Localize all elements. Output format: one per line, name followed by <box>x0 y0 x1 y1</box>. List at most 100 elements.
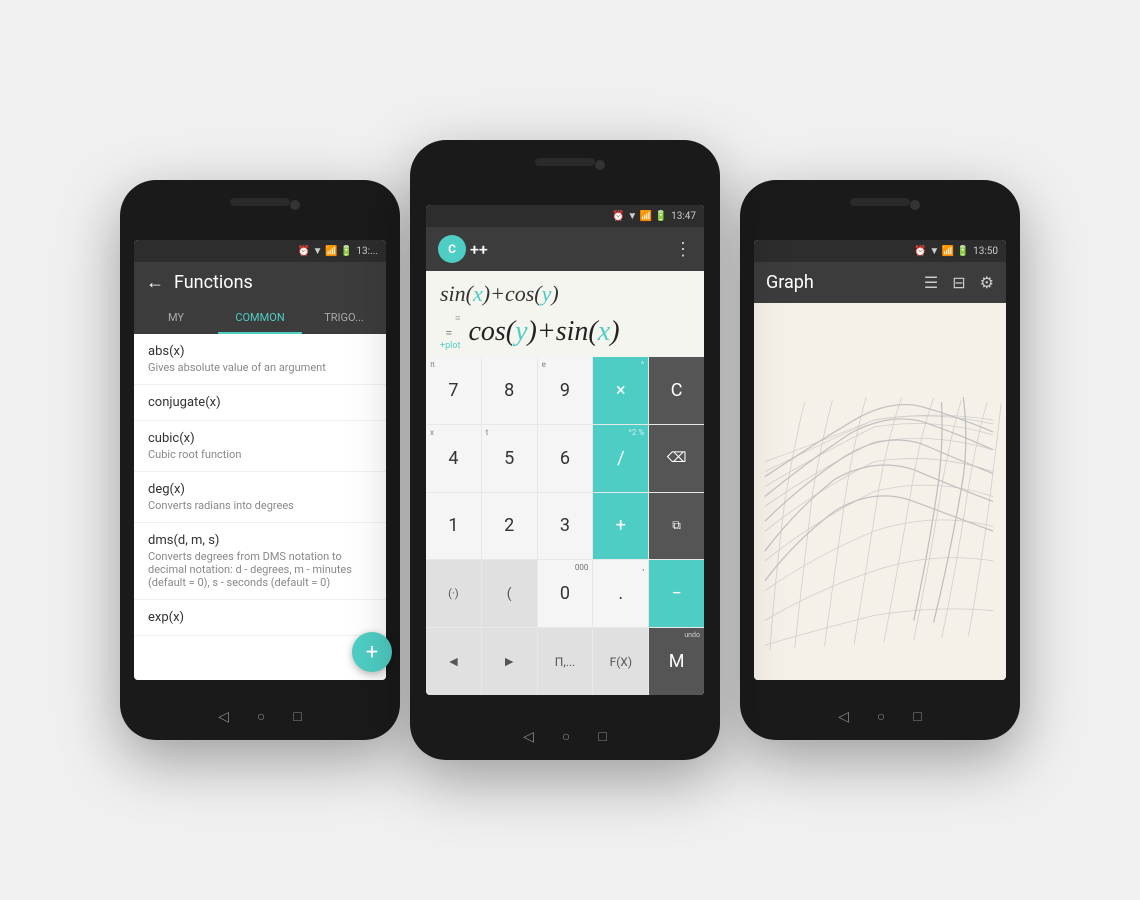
tab-my[interactable]: MY <box>134 303 218 332</box>
key-multiply-sublabel: ^ <box>641 360 644 369</box>
left-camera <box>290 200 300 210</box>
center-back-btn[interactable]: ◁ <box>523 729 534 745</box>
calc-result-row: ≡ = +plot cos(y)+sin(x) <box>440 313 690 351</box>
save-icon[interactable]: ⊟ <box>952 273 965 292</box>
key-memory-sublabel: undo <box>684 631 700 639</box>
more-options-icon[interactable]: ⋮ <box>674 239 692 260</box>
tab-trigono[interactable]: TRIGO... <box>302 303 386 332</box>
key-4[interactable]: x4 <box>426 425 481 492</box>
graph-header-icons: ☰ ⊟ ⚙ <box>924 273 994 292</box>
functions-title: Functions <box>174 272 253 293</box>
key-constants[interactable]: Π,... <box>538 628 593 695</box>
key-left-arrow[interactable]: ◄ <box>426 628 481 695</box>
key-9[interactable]: e9 <box>538 357 593 424</box>
func-desc-dms: Converts degrees from DMS notation to de… <box>148 550 372 589</box>
graph-header: Graph ☰ ⊟ ⚙ <box>754 262 1006 303</box>
center-camera <box>595 160 605 170</box>
key-3[interactable]: 3 <box>538 493 593 560</box>
key-right-arrow[interactable]: ► <box>482 628 537 695</box>
key-multiply[interactable]: ^× <box>593 357 648 424</box>
key-divide[interactable]: ^2 %/ <box>593 425 648 492</box>
func-item-conjugate[interactable]: conjugate(x) <box>134 385 386 421</box>
right-notch <box>850 198 910 206</box>
functions-list: abs(x) Gives absolute value of an argume… <box>134 334 386 680</box>
key-5[interactable]: t5 <box>482 425 537 492</box>
key-8[interactable]: 8 <box>482 357 537 424</box>
graph-svg <box>754 303 1006 680</box>
key-0[interactable]: 0000 <box>538 560 593 627</box>
key-copy[interactable]: ⧉ <box>649 493 704 560</box>
left-screen: ⏰ ▼ 📶 🔋 13:... ← Functions MY COMMON TRI… <box>134 240 386 680</box>
home-nav-btn[interactable]: ○ <box>257 708 265 725</box>
key-6[interactable]: 6 <box>538 425 593 492</box>
status-time: 13:... <box>356 246 378 257</box>
back-arrow-icon[interactable]: ← <box>146 272 164 293</box>
func-desc-abs: Gives absolute value of an argument <box>148 361 372 374</box>
key-7-sublabel: π <box>430 360 435 369</box>
equals-sign: = <box>445 326 452 341</box>
center-status-icons: ⏰ ▼ 📶 🔋 <box>612 211 667 222</box>
status-icons: ⏰ ▼ 📶 🔋 <box>298 246 353 257</box>
right-status-icons: ⏰ ▼ 📶 🔋 <box>914 246 969 257</box>
left-status-bar: ⏰ ▼ 📶 🔋 13:... <box>134 240 386 262</box>
func-item-cubic[interactable]: cubic(x) Cubic root function <box>134 421 386 472</box>
func-desc-cubic: Cubic root function <box>148 448 372 461</box>
calc-expression: sin(x)+cos(y) <box>440 281 690 307</box>
center-screen: ⏰ ▼ 📶 🔋 13:47 C ++ ⋮ sin(x)+cos(y) <box>426 205 704 695</box>
list-icon[interactable]: ☰ <box>924 273 938 292</box>
key-backspace[interactable]: ⌫ <box>649 425 704 492</box>
key-decimal-sublabel: , <box>643 563 645 572</box>
center-status-bar: ⏰ ▼ 📶 🔋 13:47 <box>426 205 704 227</box>
functions-tabs: MY COMMON TRIGO... <box>134 303 386 334</box>
tab-common[interactable]: COMMON <box>218 303 302 332</box>
key-2[interactable]: 2 <box>482 493 537 560</box>
phone-center: ⏰ ▼ 📶 🔋 13:47 C ++ ⋮ sin(x)+cos(y) <box>410 140 720 760</box>
key-decimal[interactable]: ,. <box>593 560 648 627</box>
equals-sub: ≡ <box>455 313 460 324</box>
right-screen: ⏰ ▼ 📶 🔋 13:50 Graph ☰ ⊟ ⚙ <box>754 240 1006 680</box>
key-5-sublabel: t <box>486 428 489 437</box>
func-desc-deg: Converts radians into degrees <box>148 499 372 512</box>
key-1[interactable]: 1 <box>426 493 481 560</box>
key-memory[interactable]: undoM <box>649 628 704 695</box>
phone-left: ⏰ ▼ 📶 🔋 13:... ← Functions MY COMMON TRI… <box>120 180 400 740</box>
center-status-time: 13:47 <box>671 211 696 222</box>
right-home-btn[interactable]: ○ <box>877 708 885 725</box>
center-recents-btn[interactable]: □ <box>598 728 606 745</box>
center-notch <box>535 158 595 166</box>
key-7[interactable]: π7 <box>426 357 481 424</box>
func-item-deg[interactable]: deg(x) Converts radians into degrees <box>134 472 386 523</box>
key-4-sublabel: x <box>430 428 434 437</box>
calculator-keypad: π7 8 e9 ^× C x4 t5 6 ^2 %/ ⌫ 1 2 3 + ⧉ <box>426 357 704 695</box>
key-divide-sublabel: ^2 % <box>629 428 645 437</box>
func-name-deg: deg(x) <box>148 482 372 497</box>
func-item-dms[interactable]: dms(d, m, s) Converts degrees from DMS n… <box>134 523 386 600</box>
settings-icon[interactable]: ⚙ <box>980 273 994 292</box>
right-back-btn[interactable]: ◁ <box>838 709 849 725</box>
right-recents-btn[interactable]: □ <box>913 708 921 725</box>
func-name-cubic: cubic(x) <box>148 431 372 446</box>
recents-nav-btn[interactable]: □ <box>293 708 301 725</box>
plus-plot: +plot <box>440 341 460 351</box>
func-item-exp[interactable]: exp(x) <box>134 600 386 636</box>
key-minus[interactable]: − <box>649 560 704 627</box>
phone-right: ⏰ ▼ 📶 🔋 13:50 Graph ☰ ⊟ ⚙ <box>740 180 1020 740</box>
phones-container: ⏰ ▼ 📶 🔋 13:... ← Functions MY COMMON TRI… <box>120 100 1020 800</box>
func-name-exp: exp(x) <box>148 610 372 625</box>
left-notch <box>230 198 290 206</box>
center-home-btn[interactable]: ○ <box>562 728 570 745</box>
calculator-header: C ++ ⋮ <box>426 227 704 271</box>
key-clear[interactable]: C <box>649 357 704 424</box>
key-plus[interactable]: + <box>593 493 648 560</box>
key-0-sublabel: 000 <box>575 563 589 572</box>
back-nav-btn[interactable]: ◁ <box>218 709 229 725</box>
calculator-display: sin(x)+cos(y) ≡ = +plot cos(y)+sin(x) <box>426 271 704 357</box>
func-name-dms: dms(d, m, s) <box>148 533 372 548</box>
key-paren-dot[interactable]: (·) <box>426 560 481 627</box>
add-function-button[interactable]: + <box>352 632 392 672</box>
key-open-paren[interactable]: ( <box>482 560 537 627</box>
func-name-conjugate: conjugate(x) <box>148 395 372 410</box>
right-status-bar: ⏰ ▼ 📶 🔋 13:50 <box>754 240 1006 262</box>
key-functions[interactable]: F(X) <box>593 628 648 695</box>
func-item-abs[interactable]: abs(x) Gives absolute value of an argume… <box>134 334 386 385</box>
